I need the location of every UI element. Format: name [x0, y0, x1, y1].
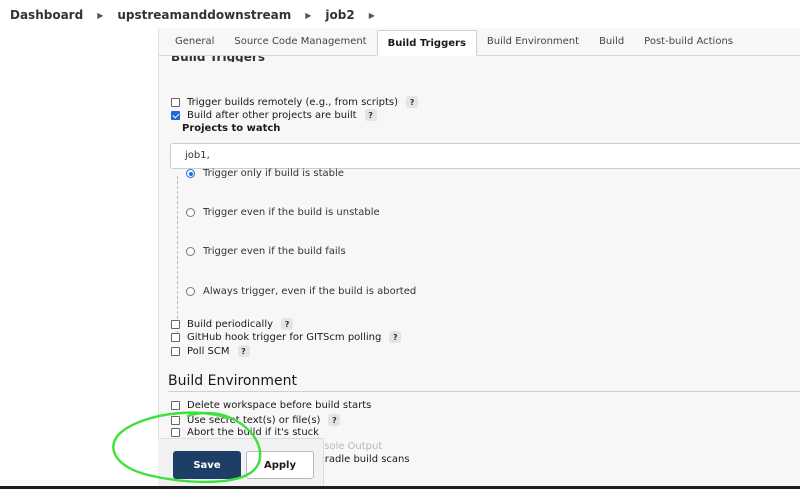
delete-workspace-checkbox[interactable] [171, 401, 180, 410]
radio-label: Trigger even if the build is unstable [203, 207, 380, 218]
breadcrumb: Dashboard ▶ upstreamanddownstream ▶ job2… [0, 0, 800, 30]
use-secret-label: Use secret text(s) or file(s) [187, 414, 321, 426]
radio-option[interactable]: Trigger even if the build is unstable [186, 207, 380, 218]
help-icon[interactable]: ? [328, 414, 341, 426]
help-icon[interactable]: ? [389, 331, 402, 343]
use-secret-row: Use secret text(s) or file(s) ? [171, 414, 341, 426]
chevron-right-icon[interactable]: ▶ [369, 11, 375, 20]
radio-option[interactable]: Trigger even if the build fails [186, 246, 346, 257]
trigger-remotely-label: Trigger builds remotely (e.g., from scri… [187, 96, 399, 108]
breadcrumb-job[interactable]: job2 [325, 8, 354, 22]
build-periodically-label: Build periodically [187, 318, 274, 330]
gradle-scans-row: Gradle build scans [317, 454, 410, 465]
build-periodically-row: Build periodically ? [171, 318, 294, 330]
radio-option[interactable]: Always trigger, even if the build is abo… [186, 286, 416, 297]
abort-if-stuck-row: Abort the build if it's stuck [171, 427, 319, 438]
radio-button[interactable] [186, 208, 195, 217]
gradle-scans-label: Gradle build scans [317, 454, 410, 465]
config-panel: General Source Code Management Build Tri… [158, 28, 800, 489]
help-icon[interactable]: ? [406, 96, 419, 108]
radio-label: Trigger even if the build fails [203, 246, 346, 257]
radio-label: Trigger only if build is stable [203, 168, 344, 179]
delete-workspace-label: Delete workspace before build starts [187, 400, 372, 411]
github-hook-label: GitHub hook trigger for GITScm polling [187, 331, 382, 343]
tab-general[interactable]: General [165, 29, 224, 55]
build-after-other-row: Build after other projects are built ? [171, 109, 377, 121]
build-after-other-label: Build after other projects are built [187, 109, 357, 121]
build-periodically-checkbox[interactable] [171, 319, 180, 329]
radio-label: Always trigger, even if the build is abo… [203, 286, 417, 297]
help-icon[interactable]: ? [364, 109, 377, 121]
tab-post-build-actions[interactable]: Post-build Actions [634, 29, 743, 55]
radio-option[interactable]: Trigger only if build is stable [186, 168, 344, 179]
radio-button[interactable] [186, 247, 195, 256]
trigger-remotely-row: Trigger builds remotely (e.g., from scri… [171, 96, 419, 108]
delete-workspace-row: Delete workspace before build starts [171, 400, 371, 411]
use-secret-checkbox[interactable] [171, 415, 180, 425]
tab-build-environment[interactable]: Build Environment [477, 29, 589, 55]
trigger-remotely-checkbox[interactable] [171, 97, 180, 107]
help-icon[interactable]: ? [237, 345, 250, 357]
tab-build[interactable]: Build [589, 29, 634, 55]
config-tabs: General Source Code Management Build Tri… [159, 28, 800, 56]
apply-button[interactable]: Apply [246, 451, 314, 479]
divider [177, 176, 178, 334]
abort-if-stuck-label: Abort the build if it's stuck [187, 427, 319, 438]
build-environment-title: Build Environment [168, 373, 297, 389]
poll-scm-checkbox[interactable] [171, 346, 180, 356]
radio-button[interactable] [186, 287, 195, 296]
projects-to-watch-input[interactable]: job1, [170, 143, 800, 169]
github-hook-row: GitHub hook trigger for GITScm polling ? [171, 331, 402, 343]
tab-source-code-management[interactable]: Source Code Management [224, 29, 376, 55]
help-icon[interactable]: ? [281, 318, 294, 330]
tab-build-triggers[interactable]: Build Triggers [376, 30, 477, 56]
breadcrumb-dashboard[interactable]: Dashboard [10, 8, 83, 22]
build-triggers-heading: Build Triggers [171, 56, 265, 62]
section-divider [168, 391, 800, 392]
save-button[interactable]: Save [173, 451, 241, 479]
build-after-other-checkbox[interactable] [171, 110, 180, 120]
abort-if-stuck-checkbox[interactable] [171, 428, 180, 437]
radio-button[interactable] [186, 169, 195, 178]
chevron-right-icon[interactable]: ▶ [305, 11, 311, 20]
github-hook-checkbox[interactable] [171, 332, 180, 342]
projects-to-watch-label: Projects to watch [182, 123, 281, 134]
poll-scm-label: Poll SCM [187, 345, 230, 357]
chevron-right-icon[interactable]: ▶ [97, 11, 103, 20]
breadcrumb-project[interactable]: upstreamanddownstream [117, 8, 291, 22]
poll-scm-row: Poll SCM ? [171, 345, 250, 357]
